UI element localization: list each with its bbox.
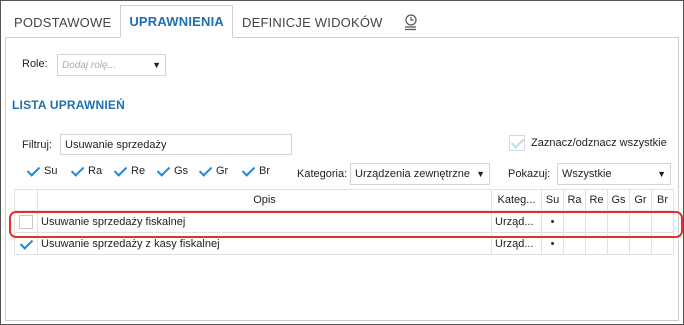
role-label: Role: — [22, 58, 48, 70]
row-checkbox[interactable] — [19, 237, 33, 251]
permissions-panel: Role: Dodaj rolę... ▼ LISTA UPRAWNIEŃ Fi… — [5, 37, 679, 321]
flag-label: Re — [131, 165, 146, 177]
flag-label: Ra — [88, 165, 103, 177]
tab-definicje-widokow[interactable]: DEFINICJE WIDOKÓW — [233, 5, 392, 38]
history-icon — [404, 14, 417, 31]
flag-gr[interactable]: Gr — [198, 164, 228, 178]
tab-podstawowe[interactable]: PODSTAWOWE — [5, 5, 120, 38]
window-frame: PODSTAWOWE UPRAWNIENIA DEFINICJE WIDOKÓW… — [0, 0, 684, 325]
show-label: Pokazuj: — [508, 168, 551, 180]
grid-header: Opis Kateg... Su Ra Re Gs Gr Br — [14, 189, 674, 211]
check-icon — [156, 164, 170, 178]
header-kategoria[interactable]: Kateg... — [492, 190, 542, 210]
check-icon — [198, 164, 212, 178]
filter-value: Usuwanie sprzedaży — [65, 138, 167, 151]
filter-input[interactable]: Usuwanie sprzedaży — [60, 134, 292, 155]
tab-history[interactable] — [392, 5, 428, 38]
select-all-label: Zaznacz/odznacz wszystkie — [531, 137, 667, 149]
role-placeholder: Dodaj rolę... — [62, 59, 116, 71]
flag-br[interactable]: Br — [241, 164, 270, 178]
flag-re[interactable]: Re — [113, 164, 145, 178]
section-title: LISTA UPRAWNIEŃ — [12, 98, 125, 112]
check-icon — [26, 164, 40, 178]
header-re[interactable]: Re — [586, 190, 608, 210]
chevron-down-icon: ▼ — [476, 169, 485, 179]
show-value: Wszystkie — [562, 168, 612, 180]
header-check-col — [14, 190, 38, 210]
flag-label: Gs — [174, 165, 189, 177]
highlight-annotation — [9, 211, 683, 238]
flag-label: Su — [44, 165, 58, 177]
header-opis[interactable]: Opis — [38, 190, 492, 210]
category-label: Kategoria: — [297, 168, 348, 180]
flag-gs[interactable]: Gs — [156, 164, 188, 178]
show-dropdown[interactable]: Wszystkie ▼ — [557, 163, 671, 185]
flag-su[interactable]: Su — [26, 164, 57, 178]
check-icon — [70, 164, 84, 178]
chevron-down-icon: ▼ — [152, 60, 161, 70]
flag-ra[interactable]: Ra — [70, 164, 102, 178]
tab-uprawnienia[interactable]: UPRAWNIENIA — [120, 5, 233, 38]
select-all-toggle[interactable]: Zaznacz/odznacz wszystkie — [509, 135, 667, 151]
header-su[interactable]: Su — [542, 190, 564, 210]
chevron-down-icon: ▼ — [657, 169, 666, 179]
header-gs[interactable]: Gs — [608, 190, 630, 210]
select-all-checkbox[interactable] — [509, 135, 525, 151]
flag-label: Br — [259, 165, 270, 177]
role-dropdown[interactable]: Dodaj rolę... ▼ — [57, 54, 166, 76]
check-icon — [113, 164, 127, 178]
category-dropdown[interactable]: Urządzenia zewnętrzne ▼ — [350, 163, 490, 185]
check-icon — [241, 164, 255, 178]
filter-label: Filtruj: — [22, 139, 52, 151]
header-gr[interactable]: Gr — [630, 190, 652, 210]
header-br[interactable]: Br — [652, 190, 674, 210]
header-ra[interactable]: Ra — [564, 190, 586, 210]
tab-bar: PODSTAWOWE UPRAWNIENIA DEFINICJE WIDOKÓW — [5, 5, 679, 38]
flag-label: Gr — [216, 165, 229, 177]
category-value: Urządzenia zewnętrzne — [355, 168, 470, 180]
